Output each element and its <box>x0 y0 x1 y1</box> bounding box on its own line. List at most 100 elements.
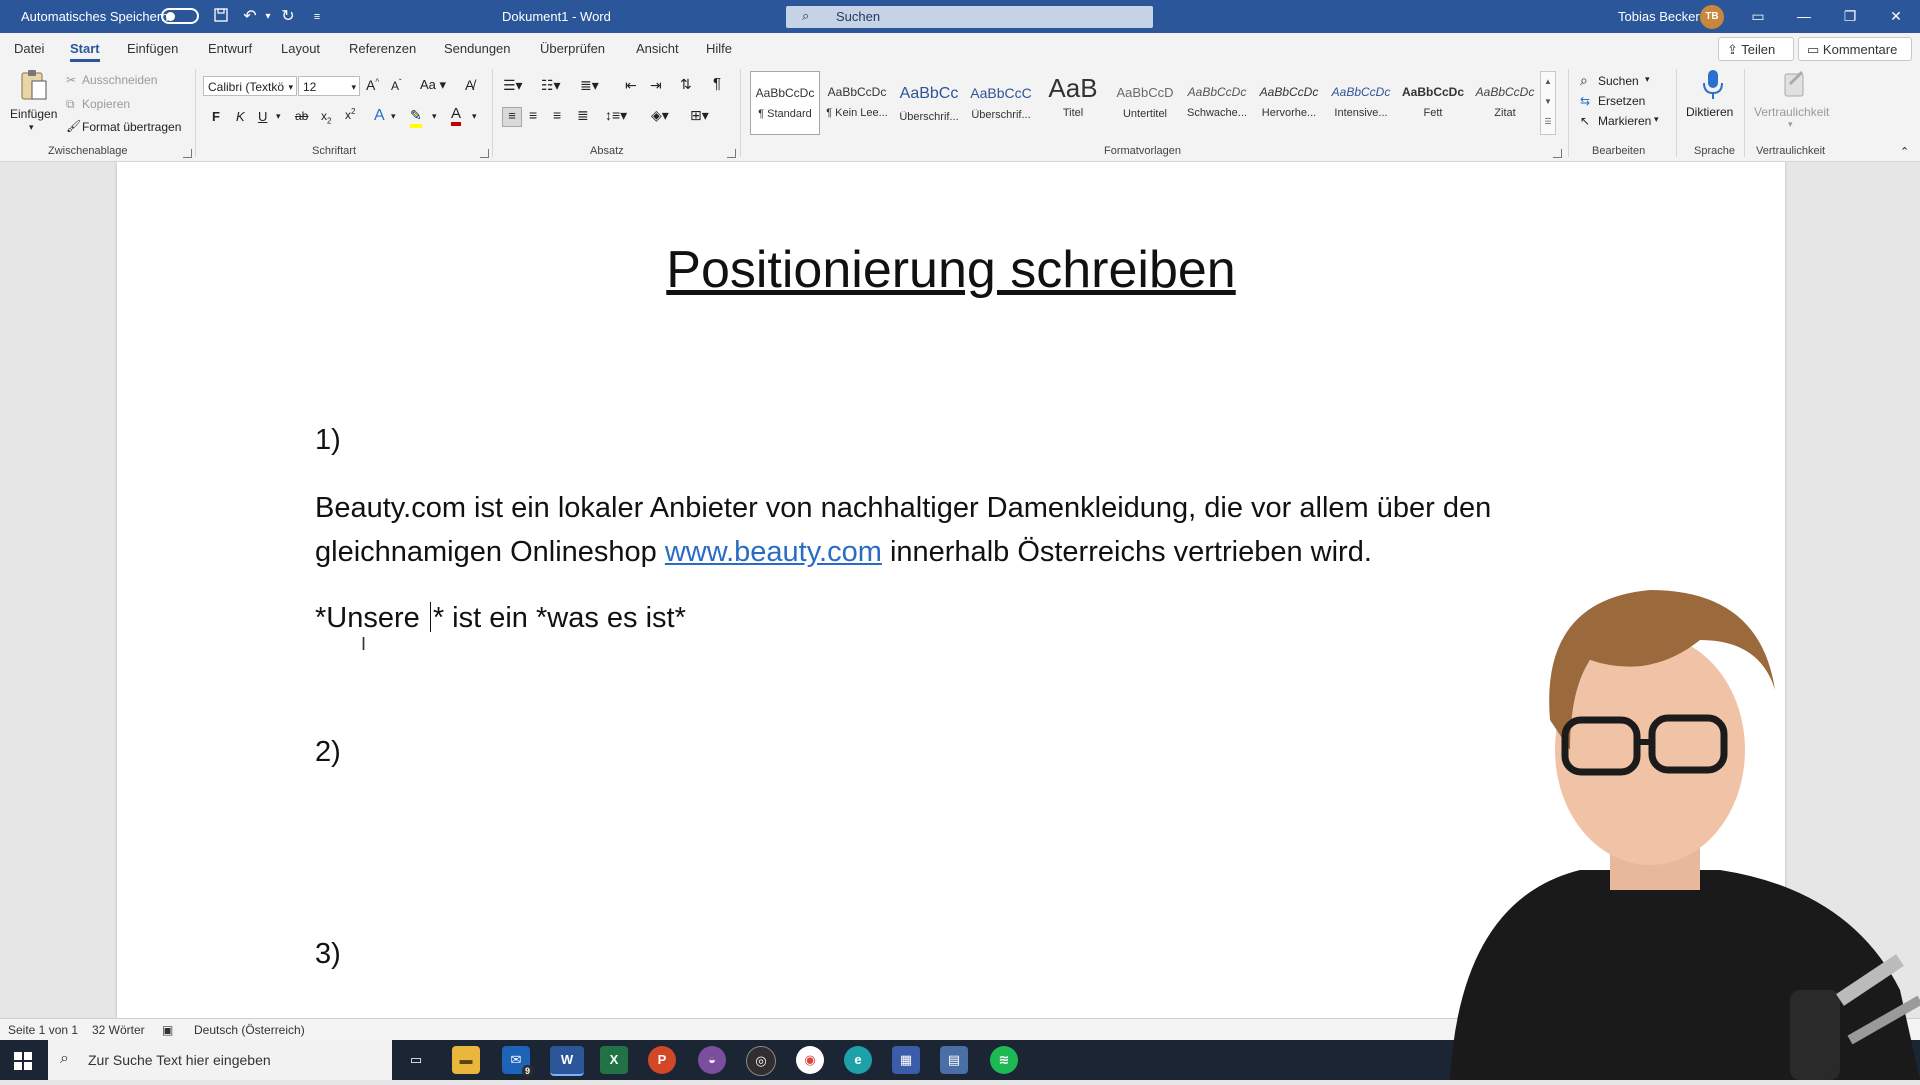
styles-gallery[interactable]: AaBbCcDc ¶ Standard AaBbCcDc ¶ Kein Lee.… <box>748 71 1548 137</box>
proofing-icon[interactable]: ▣ <box>162 1023 173 1037</box>
task-view-icon[interactable]: ▭ <box>402 1046 430 1074</box>
close-icon[interactable]: ✕ <box>1876 5 1916 27</box>
tab-sendungen[interactable]: Sendungen <box>444 41 511 56</box>
clear-formatting-icon[interactable]: A̸ <box>465 77 474 93</box>
subscript-icon[interactable]: x2 <box>321 109 331 125</box>
tab-ansicht[interactable]: Ansicht <box>636 41 679 56</box>
font-color-dropdown-icon[interactable]: ▾ <box>472 111 477 122</box>
undo-dropdown-icon[interactable]: ▾ <box>258 7 278 27</box>
tab-datei[interactable]: Datei <box>14 41 44 56</box>
obs-icon[interactable]: ◎ <box>746 1046 776 1076</box>
undo-icon[interactable]: ↶ <box>240 7 260 27</box>
redo-icon[interactable]: ↻ <box>278 7 298 27</box>
tab-start[interactable]: Start <box>70 41 100 62</box>
spotify-icon[interactable]: ≋ <box>990 1046 1018 1074</box>
numbering-icon[interactable]: ☷▾ <box>541 77 561 94</box>
styles-scroll[interactable]: ▲ ▼ ☰ <box>1540 71 1556 135</box>
text-effects-dropdown-icon[interactable]: ▾ <box>391 111 396 122</box>
shading-icon[interactable]: ◈▾ <box>651 107 669 124</box>
list-item-1[interactable]: 1) <box>315 424 341 457</box>
increase-indent-icon[interactable]: ⇥ <box>650 77 662 94</box>
sensitivity-dropdown-icon[interactable]: ▾ <box>1788 119 1793 130</box>
cut-icon[interactable]: ✂ <box>66 73 76 87</box>
font-color-icon[interactable]: A <box>451 105 462 126</box>
tab-referenzen[interactable]: Referenzen <box>349 41 416 56</box>
styles-launcher-icon[interactable] <box>1553 149 1562 158</box>
text-effects-icon[interactable]: A <box>374 107 385 125</box>
align-center-icon[interactable]: ≡ <box>529 107 537 123</box>
style-titel[interactable]: AaB Titel <box>1038 71 1108 135</box>
avatar[interactable]: TB <box>1700 5 1724 29</box>
word-icon[interactable]: W <box>550 1046 584 1076</box>
template-line[interactable]: *Unsere * ist ein *was es ist* <box>315 602 686 635</box>
find-icon[interactable]: ⌕ <box>1580 72 1588 89</box>
shrink-font-icon[interactable]: Aˇ <box>391 78 402 93</box>
strikethrough-icon[interactable]: ab <box>295 109 308 123</box>
underline-button[interactable]: U <box>258 109 267 124</box>
tab-layout[interactable]: Layout <box>281 41 320 56</box>
taskbar-search[interactable]: ⌕ Zur Suche Text hier eingeben <box>48 1040 392 1080</box>
list-item-3[interactable]: 3) <box>315 938 341 971</box>
user-name[interactable]: Tobias Becker <box>1618 9 1700 24</box>
app-icon[interactable]: ▦ <box>892 1046 920 1074</box>
chevron-down-icon[interactable]: ▼ <box>1541 92 1555 112</box>
word-count[interactable]: 32 Wörter <box>92 1023 145 1037</box>
bullets-icon[interactable]: ☰▾ <box>503 77 523 94</box>
save-icon[interactable] <box>211 7 231 27</box>
style-ueberschrift-1[interactable]: AaBbCc Überschrif... <box>894 71 964 135</box>
app-icon[interactable]: ▤ <box>940 1046 968 1074</box>
style-fett[interactable]: AaBbCcDc Fett <box>1398 71 1468 135</box>
paragraph-line-1[interactable]: Beauty.com ist ein lokaler Anbieter von … <box>315 492 1491 525</box>
change-case-icon[interactable]: Aa ▾ <box>420 77 446 93</box>
format-painter-label[interactable]: Format übertragen <box>82 120 181 134</box>
chrome-icon[interactable]: ◉ <box>796 1046 824 1074</box>
paste-dropdown-icon[interactable]: ▾ <box>29 122 34 133</box>
find-label[interactable]: Suchen <box>1598 74 1639 88</box>
ribbon-display-options-icon[interactable]: ▭ <box>1738 5 1778 27</box>
grow-font-icon[interactable]: A^ <box>366 77 379 93</box>
font-launcher-icon[interactable] <box>480 149 489 158</box>
cut-label[interactable]: Ausschneiden <box>82 73 157 87</box>
highlight-dropdown-icon[interactable]: ▾ <box>432 111 437 122</box>
windows-start-icon[interactable] <box>14 1052 32 1075</box>
style-kein-leerraum[interactable]: AaBbCcDc ¶ Kein Lee... <box>822 71 892 135</box>
decrease-indent-icon[interactable]: ⇤ <box>625 77 637 94</box>
paragraph-line-2[interactable]: gleichnamigen Onlineshop www.beauty.com … <box>315 536 1372 569</box>
superscript-icon[interactable]: x2 <box>345 107 355 122</box>
minimize-icon[interactable]: — <box>1784 5 1824 27</box>
replace-icon[interactable]: ⇆ <box>1580 94 1590 108</box>
list-item-2[interactable]: 2) <box>315 736 341 769</box>
replace-label[interactable]: Ersetzen <box>1598 94 1645 108</box>
app-icon[interactable]: ◒ <box>698 1046 726 1074</box>
tab-hilfe[interactable]: Hilfe <box>706 41 732 56</box>
sort-icon[interactable]: ⇅ <box>680 76 692 93</box>
style-ueberschrift-2[interactable]: AaBbCcC Überschrif... <box>966 71 1036 135</box>
paste-label[interactable]: Einfügen <box>10 107 57 121</box>
paste-icon[interactable] <box>16 69 52 109</box>
search-box[interactable]: ⌕ Suchen <box>786 6 1153 28</box>
customize-qat-icon[interactable]: ≡ <box>307 7 327 27</box>
italic-button[interactable]: K <box>236 109 245 124</box>
autosave-toggle[interactable] <box>161 8 199 24</box>
underline-dropdown-icon[interactable]: ▾ <box>276 111 281 122</box>
justify-icon[interactable]: ≣ <box>577 107 589 124</box>
file-explorer-icon[interactable]: ▬ <box>452 1046 480 1074</box>
sensitivity-icon[interactable] <box>1780 69 1810 101</box>
microphone-icon[interactable] <box>1698 69 1728 101</box>
align-right-icon[interactable]: ≡ <box>553 107 561 123</box>
line-spacing-icon[interactable]: ↕≡▾ <box>605 107 627 124</box>
sensitivity-label[interactable]: Vertraulichkeit <box>1754 105 1829 119</box>
tab-ueberpruefen[interactable]: Überprüfen <box>540 41 605 56</box>
excel-icon[interactable]: X <box>600 1046 628 1074</box>
font-name-select[interactable]: Calibri (Textkö ▾ <box>203 76 297 96</box>
tab-entwurf[interactable]: Entwurf <box>208 41 252 56</box>
find-dropdown-icon[interactable]: ▾ <box>1645 74 1650 85</box>
style-schwache-hervorhebung[interactable]: AaBbCcDc Schwache... <box>1182 71 1252 135</box>
website-link[interactable]: www.beauty.com <box>665 536 882 568</box>
powerpoint-icon[interactable]: P <box>648 1046 676 1074</box>
style-intensive-hervorhebung[interactable]: AaBbCcDc Intensive... <box>1326 71 1396 135</box>
page-count[interactable]: Seite 1 von 1 <box>8 1023 78 1037</box>
align-left-icon[interactable]: ≡ <box>502 107 522 127</box>
borders-icon[interactable]: ⊞▾ <box>690 107 709 124</box>
document-heading[interactable]: Positionierung schreiben <box>117 240 1785 300</box>
